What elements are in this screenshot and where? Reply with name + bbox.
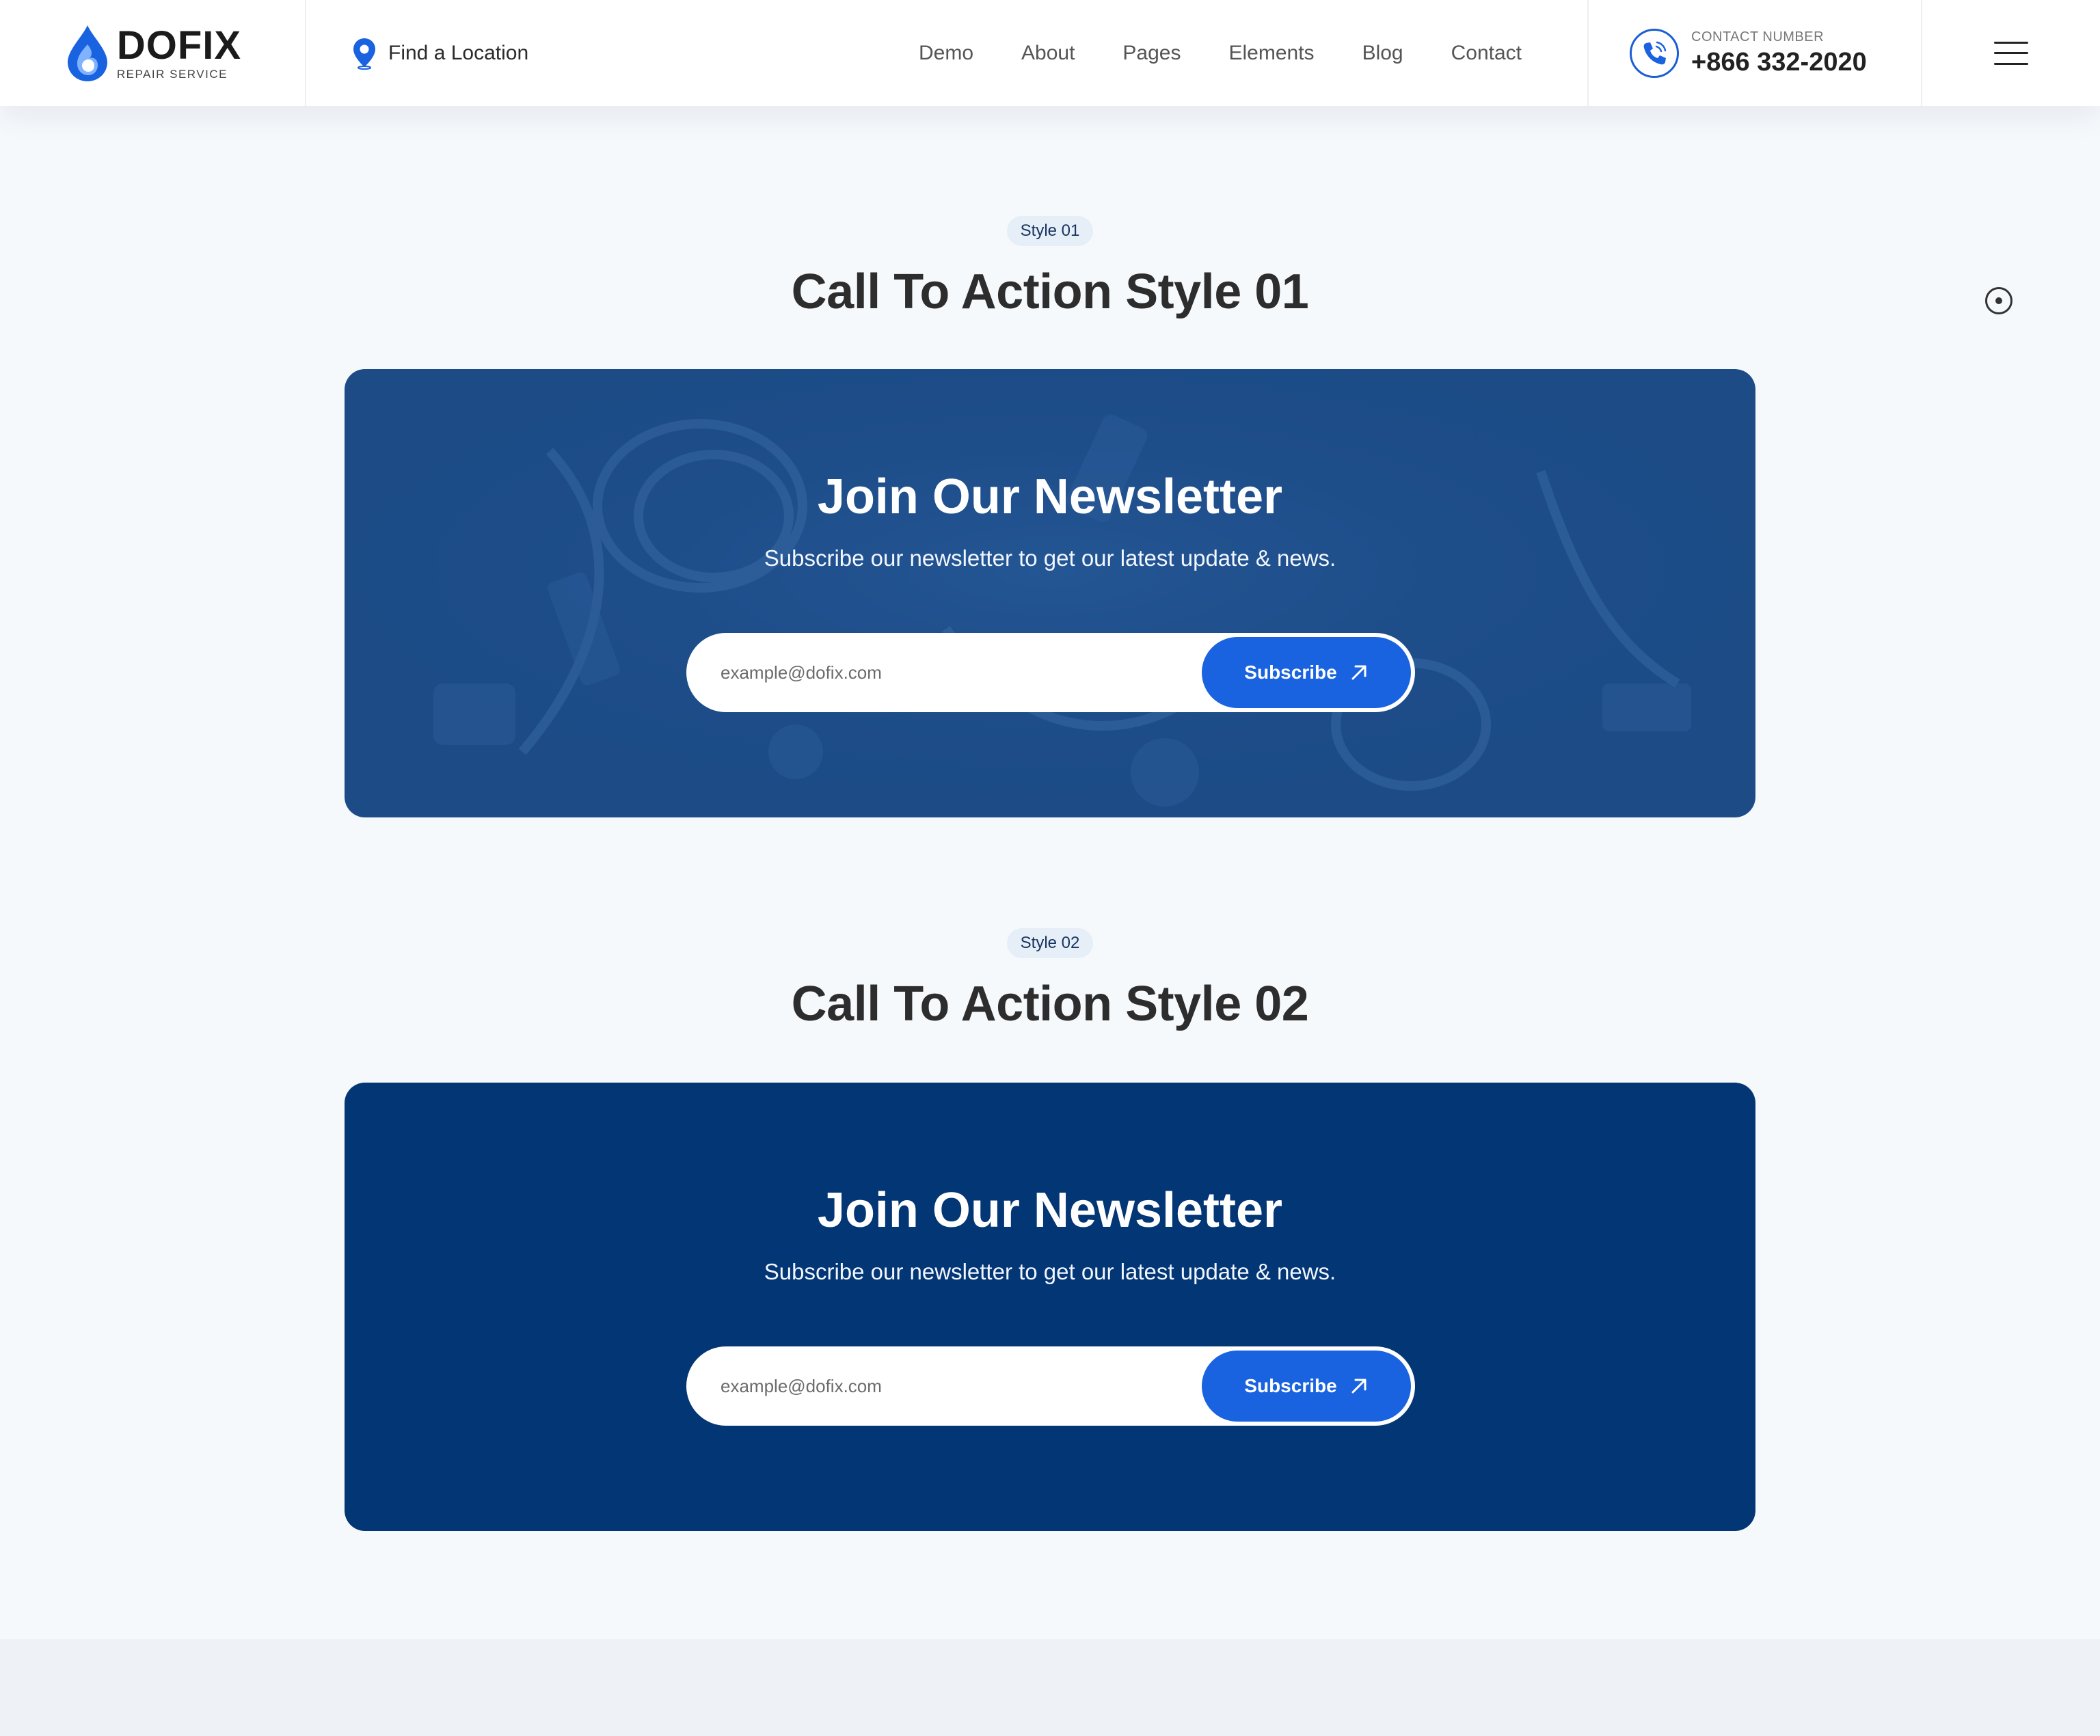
arrow-up-right-icon	[1351, 665, 1367, 680]
style-badge: Style 01	[1006, 216, 1094, 246]
newsletter-form: Subscribe	[686, 1346, 1415, 1426]
cta-subtitle: Subscribe our newsletter to get our late…	[764, 545, 1336, 571]
cta-subtitle: Subscribe our newsletter to get our late…	[764, 1259, 1336, 1284]
logo-cell: DOFIX REPAIR SERVICE	[0, 0, 306, 106]
site-header: DOFIX REPAIR SERVICE Find a Location Dem…	[0, 0, 2100, 106]
map-pin-icon	[353, 38, 375, 70]
phone-icon	[1630, 28, 1679, 78]
logo-tagline: REPAIR SERVICE	[116, 68, 228, 81]
subscribe-label: Subscribe	[1244, 662, 1337, 683]
water-drop-icon	[67, 25, 107, 81]
cta-card-style-01: Join Our Newsletter Subscribe our newsle…	[345, 369, 1755, 817]
email-input[interactable]	[721, 1375, 1199, 1397]
nav-item-elements[interactable]: Elements	[1229, 42, 1315, 65]
footer-strip	[0, 1639, 2100, 1736]
radio-dot-icon[interactable]	[1985, 287, 2012, 314]
section-style-01-head: Style 01 Call To Action Style 01	[0, 216, 2100, 320]
section-title: Call To Action Style 01	[791, 265, 1309, 319]
find-location-link[interactable]: Find a Location	[351, 37, 528, 70]
nav-item-about[interactable]: About	[1021, 42, 1075, 65]
nav-item-demo[interactable]: Demo	[919, 42, 973, 65]
nav-item-contact[interactable]: Contact	[1451, 42, 1522, 65]
main-nav: Demo About Pages Elements Blog Contact	[919, 42, 1522, 65]
section-title: Call To Action Style 02	[791, 977, 1309, 1031]
cta-title: Join Our Newsletter	[817, 470, 1283, 524]
nav-item-pages[interactable]: Pages	[1122, 42, 1181, 65]
logo-name: DOFIX	[116, 23, 242, 68]
cta-card-style-02: Join Our Newsletter Subscribe our newsle…	[345, 1083, 1755, 1531]
email-input[interactable]	[721, 662, 1199, 683]
contact-label: CONTACT NUMBER	[1691, 29, 1825, 44]
subscribe-button[interactable]: Subscribe	[1202, 637, 1411, 708]
contact-block[interactable]: CONTACT NUMBER +866 332-2020	[1587, 0, 1922, 106]
find-location-label: Find a Location	[388, 41, 529, 64]
subscribe-label: Subscribe	[1244, 1375, 1337, 1396]
contact-number[interactable]: +866 332-2020	[1691, 48, 1867, 77]
subscribe-button[interactable]: Subscribe	[1202, 1351, 1411, 1422]
style-badge: Style 02	[1006, 928, 1094, 958]
menu-button[interactable]	[1922, 0, 2100, 106]
arrow-up-right-icon	[1351, 1379, 1367, 1394]
logo[interactable]: DOFIX REPAIR SERVICE	[64, 24, 241, 83]
section-style-02-head: Style 02 Call To Action Style 02	[0, 928, 2100, 1032]
cta-title: Join Our Newsletter	[817, 1183, 1283, 1238]
nav-item-blog[interactable]: Blog	[1362, 42, 1403, 65]
newsletter-form: Subscribe	[686, 633, 1415, 712]
hamburger-menu-icon	[1994, 41, 2028, 65]
